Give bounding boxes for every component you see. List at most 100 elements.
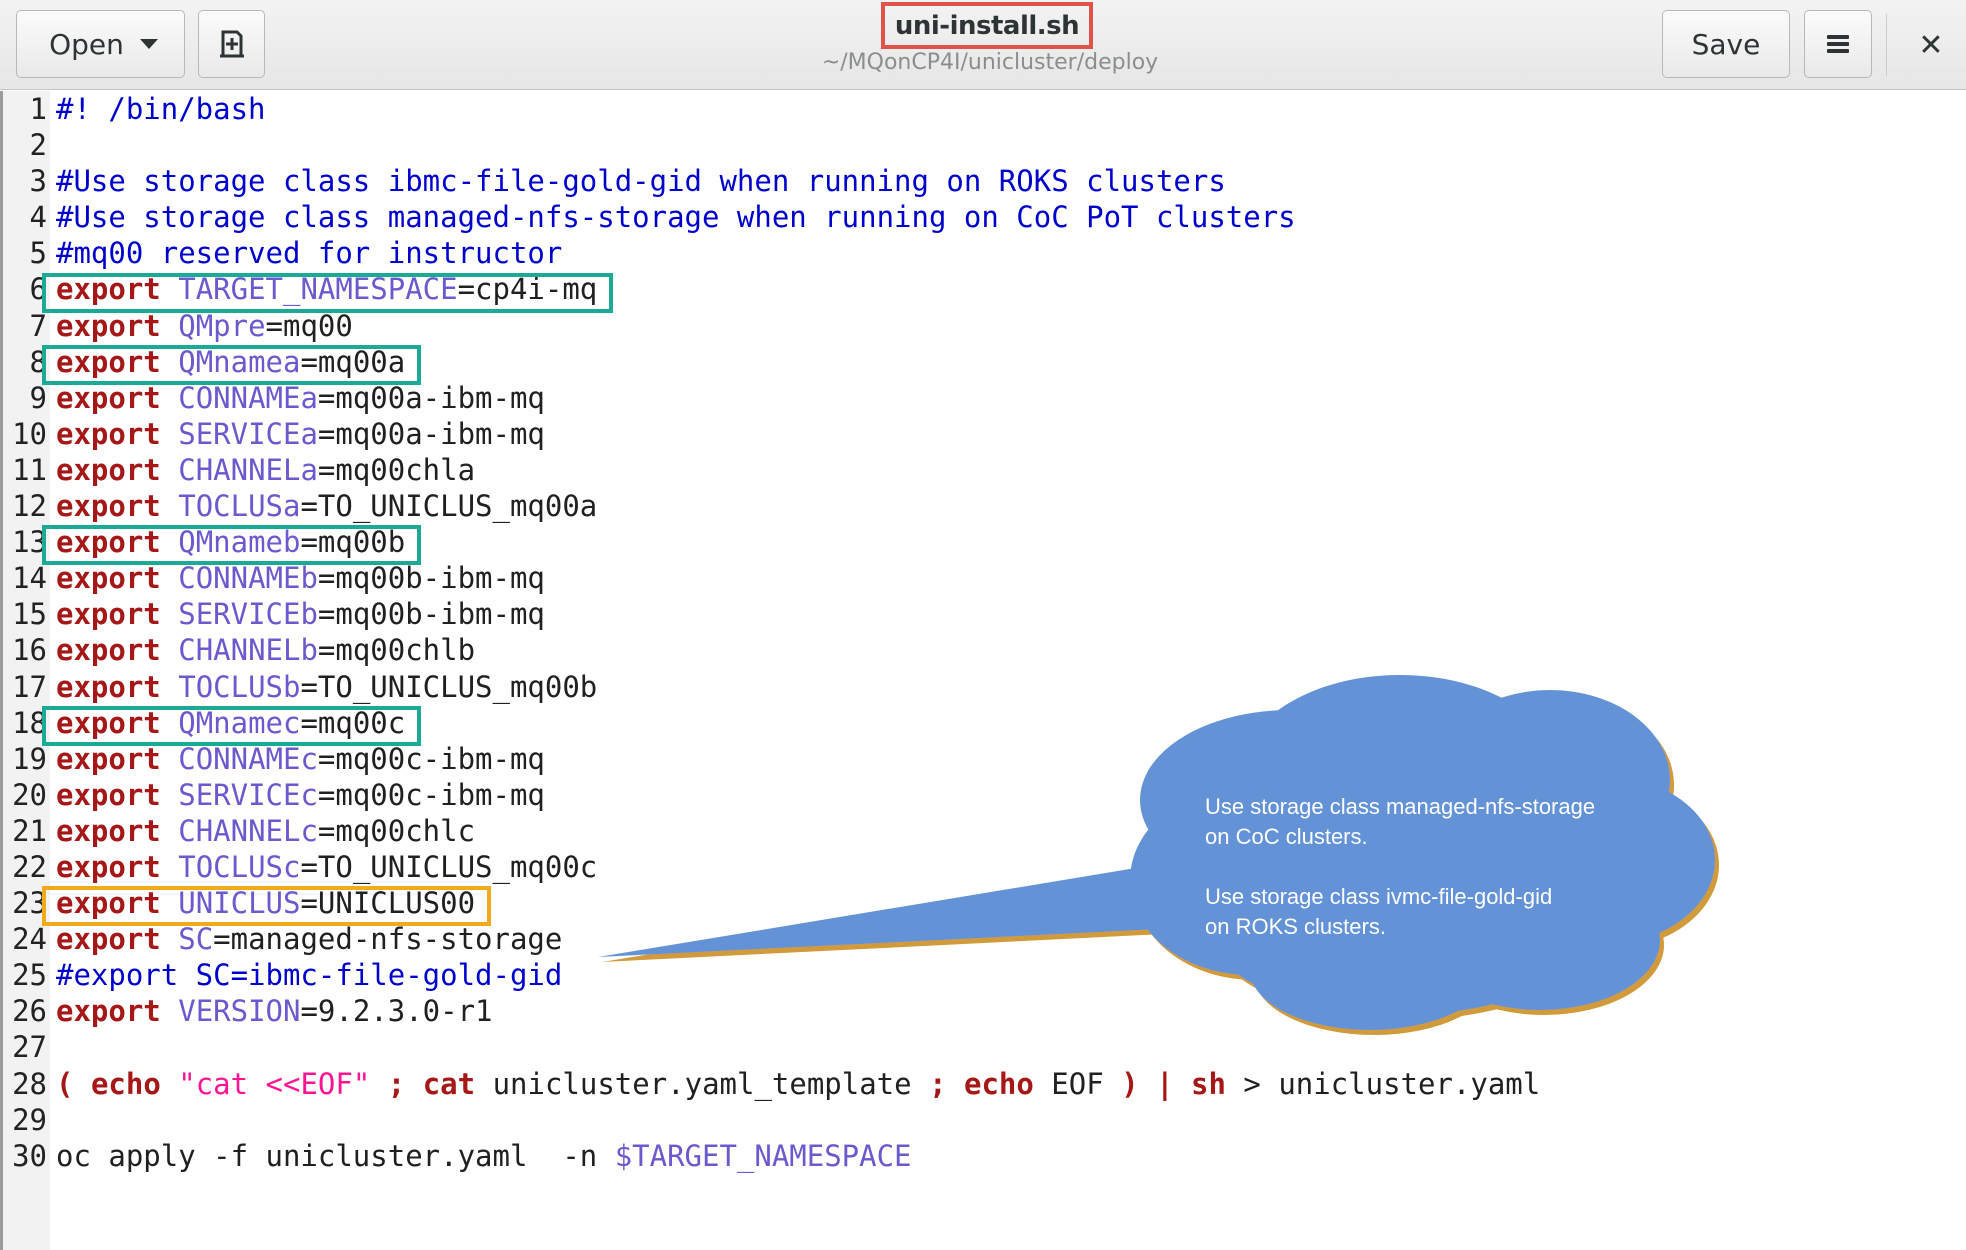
save-button-label: Save	[1691, 27, 1761, 61]
code-text: export SERVICEc=mq00c-ibm-mq	[56, 777, 545, 813]
code-token: export	[56, 416, 161, 451]
callout-text: Use storage class managed-nfs-storage on…	[1205, 792, 1645, 942]
callout-line: on ROKS clusters.	[1205, 914, 1386, 939]
code-token: =mq00chla	[317, 452, 476, 487]
code-line[interactable]: 9 export CONNAMEa=mq00a-ibm-mq	[0, 380, 1966, 416]
save-button[interactable]: Save	[1662, 10, 1790, 78]
code-text: export TOCLUSc=TO_UNICLUS_mq00c	[56, 849, 597, 885]
code-token: TOCLUSc	[178, 849, 301, 884]
code-token: ;	[387, 1066, 406, 1101]
code-editor[interactable]: 1 #! /bin/bash 2 3 #Use storage class ibmc-f…	[0, 91, 1966, 1174]
code-line[interactable]: 7 export QMpre=mq00	[0, 308, 1966, 344]
code-text: export TOCLUSb=TO_UNICLUS_mq00b	[56, 669, 597, 705]
line-number: 26	[12, 994, 47, 1029]
code-token: oc apply -f unicluster.yaml -n	[56, 1138, 615, 1173]
code-token: export	[56, 380, 161, 415]
callout-line: on CoC clusters.	[1205, 824, 1368, 849]
new-document-button[interactable]	[198, 10, 265, 78]
code-line[interactable]: 22 export TOCLUSc=TO_UNICLUS_mq00c	[0, 849, 1966, 885]
code-line[interactable]: 11 export CHANNELa=mq00chla	[0, 452, 1966, 488]
code-token: cat	[422, 1066, 476, 1101]
code-line[interactable]: 29	[0, 1102, 1966, 1138]
code-text: export CHANNELb=mq00chlb	[56, 632, 475, 668]
line-number: 5	[29, 236, 47, 271]
code-token: export	[56, 633, 161, 668]
line-number: 22	[12, 849, 47, 884]
code-line[interactable]: 28 ( echo "cat <<EOF" ; cat unicluster.ya…	[0, 1066, 1966, 1102]
code-line[interactable]: 30 oc apply -f unicluster.yaml -n $TARGET…	[0, 1138, 1966, 1174]
code-token: =mq00a-ibm-mq	[317, 380, 545, 415]
code-token: =mq00chlb	[317, 633, 476, 668]
code-line[interactable]: 25 #export SC=ibmc-file-gold-gid	[0, 957, 1966, 993]
code-line[interactable]: 3 #Use storage class ibmc-file-gold-gid w…	[0, 163, 1966, 199]
code-token: SC	[178, 922, 214, 957]
close-icon[interactable]: ✕	[1910, 24, 1952, 66]
code-token: =9.2.3.0-r1	[300, 994, 493, 1029]
code-text: export CHANNELc=mq00chlc	[56, 813, 475, 849]
code-line[interactable]: 20 export SERVICEc=mq00c-ibm-mq	[0, 777, 1966, 813]
code-text: #mq00 reserved for instructor	[56, 235, 562, 271]
code-line[interactable]: 1 #! /bin/bash	[0, 91, 1966, 127]
window-title: uni-install.sh	[881, 2, 1093, 49]
callout-line: Use storage class managed-nfs-storage	[1205, 794, 1596, 819]
code-token: CHANNELb	[178, 633, 318, 668]
code-token: > unicluster.yaml	[1225, 1066, 1541, 1101]
code-line[interactable]: 10 export SERVICEa=mq00a-ibm-mq	[0, 416, 1966, 452]
code-text: #Use storage class managed-nfs-storage w…	[56, 199, 1296, 235]
code-text: export SERVICEa=mq00a-ibm-mq	[56, 416, 545, 452]
line-number: 7	[29, 308, 47, 343]
line-number: 8	[29, 344, 47, 379]
code-line[interactable]: 12 export TOCLUSa=TO_UNICLUS_mq00a	[0, 488, 1966, 524]
line-number: 10	[12, 416, 47, 451]
header-bar: Open uni-install.sh ~/MQonCP4I/unicluste…	[0, 0, 1966, 90]
line-number: 15	[12, 597, 47, 632]
code-token: unicluster.yaml_template	[475, 1066, 930, 1101]
code-token: SERVICEb	[178, 597, 318, 632]
code-line[interactable]: 16 export CHANNELb=mq00chlb	[0, 632, 1966, 668]
code-line[interactable]: 2	[0, 127, 1966, 163]
line-number: 25	[12, 958, 47, 993]
code-text: export VERSION=9.2.3.0-r1	[56, 993, 493, 1029]
code-token: CONNAMEc	[178, 741, 318, 776]
line-number: 24	[12, 922, 47, 957]
code-token: sh	[1191, 1066, 1226, 1101]
code-token: export	[56, 741, 161, 776]
code-line[interactable]: 19 export CONNAMEc=mq00c-ibm-mq	[0, 741, 1966, 777]
line-number: 27	[12, 1030, 47, 1065]
code-token: #mq00 reserved for instructor	[56, 236, 563, 271]
code-token: echo	[964, 1066, 1034, 1101]
code-line[interactable]: 21 export CHANNELc=mq00chlc	[0, 813, 1966, 849]
line-number: 2	[29, 128, 47, 163]
new-document-icon	[219, 30, 244, 58]
code-line[interactable]: 14 export CONNAMEb=mq00b-ibm-mq	[0, 560, 1966, 596]
code-line[interactable]: 17 export TOCLUSb=TO_UNICLUS_mq00b	[0, 669, 1966, 705]
code-line[interactable]: 15 export SERVICEb=mq00b-ibm-mq	[0, 596, 1966, 632]
line-number: 6	[29, 272, 47, 307]
code-text: export CONNAMEb=mq00b-ibm-mq	[56, 560, 545, 596]
code-token: VERSION	[178, 994, 301, 1029]
code-token: export	[56, 777, 161, 812]
line-number: 18	[12, 705, 47, 740]
code-line[interactable]: 4 #Use storage class managed-nfs-storage …	[0, 199, 1966, 235]
open-button-label: Open	[49, 27, 124, 61]
code-line[interactable]: 26 export VERSION=9.2.3.0-r1	[0, 993, 1966, 1029]
app-menu-button[interactable]	[1804, 10, 1872, 78]
code-line[interactable]: 5 #mq00 reserved for instructor	[0, 235, 1966, 271]
code-text: export CONNAMEa=mq00a-ibm-mq	[56, 380, 545, 416]
code-token: export	[56, 669, 161, 704]
code-text: #export SC=ibmc-file-gold-gid	[56, 957, 562, 993]
open-button[interactable]: Open	[16, 10, 185, 78]
code-token: =mq00chlc	[317, 813, 476, 848]
code-token: |	[1156, 1066, 1174, 1101]
code-line[interactable]: 27	[0, 1029, 1966, 1065]
code-line[interactable]: 24 export SC=managed-nfs-storage	[0, 921, 1966, 957]
